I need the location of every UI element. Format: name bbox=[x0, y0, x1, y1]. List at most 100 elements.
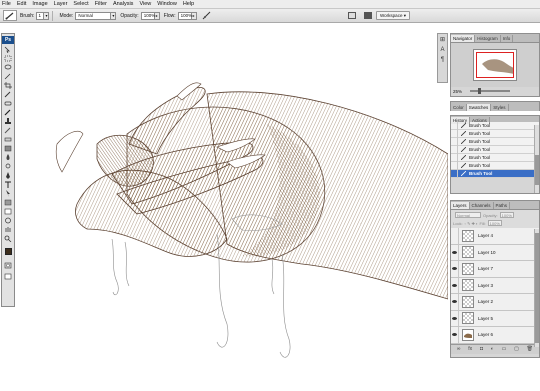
tab-channels[interactable]: Channels bbox=[470, 202, 494, 209]
lasso-tool-icon[interactable] bbox=[4, 64, 13, 71]
airbrush-icon[interactable] bbox=[202, 11, 211, 20]
crop-tool-icon[interactable] bbox=[4, 82, 13, 89]
healing-brush-icon[interactable] bbox=[4, 100, 13, 107]
eyedropper-icon[interactable] bbox=[4, 91, 13, 98]
zoom-slider[interactable] bbox=[470, 88, 511, 94]
zoom-percent[interactable]: 25% bbox=[453, 89, 462, 94]
history-item[interactable]: Brush Tool bbox=[451, 153, 539, 162]
notes-tool-icon[interactable] bbox=[4, 208, 13, 215]
menu-filter[interactable]: Filter bbox=[95, 1, 107, 7]
layers-scroll-thumb[interactable] bbox=[535, 233, 539, 343]
menu-help[interactable]: Help bbox=[183, 1, 194, 7]
visibility-toggle[interactable] bbox=[451, 293, 459, 310]
menu-select[interactable]: Select bbox=[73, 1, 88, 7]
history-scrollbar[interactable] bbox=[534, 125, 539, 193]
menu-file[interactable]: File bbox=[2, 1, 11, 7]
history-item[interactable]: Brush Tool bbox=[451, 121, 539, 130]
navigator-view-box[interactable] bbox=[476, 52, 514, 78]
history-item[interactable]: Brush Tool bbox=[451, 145, 539, 154]
blur-tool-icon[interactable] bbox=[4, 154, 13, 161]
tab-info[interactable]: Info bbox=[501, 35, 514, 42]
eraser-icon[interactable] bbox=[4, 136, 13, 143]
brushes-panel-icon[interactable]: ⊞ bbox=[439, 37, 447, 44]
paragraph-panel-icon[interactable]: ¶ bbox=[439, 57, 447, 64]
layers-scrollbar[interactable] bbox=[534, 229, 539, 347]
layer-row[interactable]: Layer 5 bbox=[451, 310, 539, 327]
history-item-selected[interactable]: Brush Tool bbox=[451, 169, 539, 178]
zoom-tool-icon[interactable] bbox=[4, 235, 13, 242]
quick-mask-icon[interactable] bbox=[4, 262, 13, 269]
3d-rotate-icon[interactable] bbox=[4, 217, 13, 224]
brush-size-field[interactable]: 1 bbox=[36, 11, 45, 20]
opacity-dropdown[interactable]: ▸ bbox=[154, 11, 160, 20]
tab-paths[interactable]: Paths bbox=[494, 202, 511, 209]
bridge-icon[interactable] bbox=[348, 12, 356, 19]
menu-window[interactable]: Window bbox=[157, 1, 177, 7]
layer-row[interactable]: Layer 7 bbox=[451, 260, 539, 278]
type-tool-icon[interactable] bbox=[4, 181, 13, 188]
menu-view[interactable]: View bbox=[139, 1, 151, 7]
menu-image[interactable]: Image bbox=[32, 1, 47, 7]
document-canvas[interactable] bbox=[17, 24, 448, 391]
navigator-thumbnail[interactable] bbox=[473, 49, 517, 81]
layer-row[interactable]: Layer 3 bbox=[451, 277, 539, 294]
dodge-tool-icon[interactable] bbox=[4, 163, 13, 170]
shape-tool-icon[interactable] bbox=[4, 199, 13, 206]
path-selection-icon[interactable] bbox=[4, 190, 13, 197]
new-layer-icon[interactable]: ▢ bbox=[514, 346, 519, 352]
tab-styles[interactable]: Styles bbox=[491, 104, 509, 111]
menu-edit[interactable]: Edit bbox=[17, 1, 26, 7]
screen-mode-icon[interactable] bbox=[364, 12, 372, 19]
hand-tool-icon[interactable] bbox=[4, 226, 13, 233]
layer-style-icon[interactable]: fx bbox=[468, 346, 472, 352]
move-tool-icon[interactable] bbox=[4, 46, 13, 53]
menu-layer[interactable]: Layer bbox=[54, 1, 68, 7]
visibility-toggle[interactable] bbox=[451, 310, 459, 327]
tab-navigator[interactable]: Navigator bbox=[451, 35, 476, 42]
pen-tool-icon[interactable] bbox=[4, 172, 13, 179]
tool-preset-picker[interactable] bbox=[3, 10, 17, 21]
adjustment-layer-icon[interactable]: ◐ bbox=[491, 346, 494, 352]
history-item[interactable]: Brush Tool bbox=[451, 137, 539, 146]
history-item[interactable]: Brush Tool bbox=[451, 129, 539, 138]
layer-mask-icon[interactable]: ◘ bbox=[480, 346, 483, 352]
mode-select[interactable]: Normal bbox=[75, 11, 112, 20]
zoom-slider-knob[interactable] bbox=[478, 88, 482, 94]
flow-dropdown[interactable]: ▸ bbox=[191, 11, 197, 20]
link-layers-icon[interactable]: ∞ bbox=[457, 346, 461, 352]
visibility-toggle[interactable] bbox=[451, 260, 459, 277]
flow-field[interactable]: 100% bbox=[177, 11, 192, 20]
visibility-toggle[interactable] bbox=[451, 326, 459, 343]
mode-dropdown[interactable]: ▾ bbox=[111, 11, 117, 20]
layer-row[interactable]: Layer 6 bbox=[451, 326, 539, 344]
history-item[interactable]: Brush Tool bbox=[451, 161, 539, 170]
workspace-button[interactable]: Workspace ▾ bbox=[376, 11, 410, 20]
visibility-toggle[interactable] bbox=[451, 244, 459, 261]
brush-picker-dropdown[interactable]: ▾ bbox=[44, 11, 50, 20]
lock-icons[interactable]: ▫ ✎ ✚ ▪ bbox=[465, 221, 478, 226]
layer-row[interactable]: Layer 10 bbox=[451, 244, 539, 261]
delete-layer-icon[interactable]: 🗑 bbox=[527, 346, 533, 352]
clone-stamp-icon[interactable] bbox=[4, 118, 13, 125]
marquee-tool-icon[interactable] bbox=[4, 55, 13, 62]
visibility-toggle[interactable] bbox=[451, 277, 459, 294]
layer-row[interactable]: Layer 4 bbox=[451, 227, 539, 245]
visibility-toggle[interactable] bbox=[451, 227, 459, 244]
new-group-icon[interactable]: ▭ bbox=[502, 346, 507, 352]
tab-color[interactable]: Color bbox=[451, 104, 467, 111]
history-scroll-thumb[interactable] bbox=[535, 155, 539, 185]
tab-swatches[interactable]: Swatches bbox=[466, 104, 492, 111]
blend-mode-select[interactable]: Normal bbox=[455, 212, 481, 218]
layer-fill-field[interactable]: 100% bbox=[487, 220, 502, 226]
screen-mode-toggle-icon[interactable] bbox=[4, 273, 13, 280]
opacity-field[interactable]: 100% bbox=[140, 11, 155, 20]
character-panel-icon[interactable]: A bbox=[439, 47, 447, 54]
history-brush-icon[interactable] bbox=[4, 127, 13, 134]
color-swatches[interactable] bbox=[4, 247, 13, 256]
tab-layers[interactable]: Layers bbox=[451, 202, 470, 209]
foreground-color-swatch[interactable] bbox=[4, 248, 12, 255]
brush-tool-icon[interactable] bbox=[4, 109, 13, 116]
gradient-tool-icon[interactable] bbox=[4, 145, 13, 152]
menu-analysis[interactable]: Analysis bbox=[113, 1, 133, 7]
tab-histogram[interactable]: Histogram bbox=[475, 35, 501, 42]
